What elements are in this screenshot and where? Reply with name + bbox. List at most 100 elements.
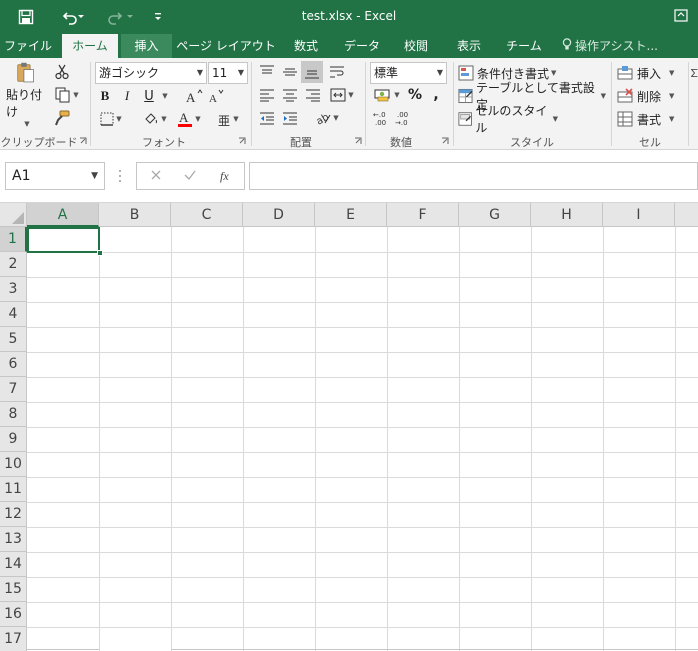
formula-bar-resize-handle[interactable] [118, 168, 122, 184]
wrap-text-icon[interactable] [327, 62, 347, 82]
format-cells-button[interactable]: 書式 ▼ [617, 108, 683, 130]
active-cell[interactable] [27, 227, 100, 253]
row-header-8[interactable]: 8 [0, 402, 27, 427]
autosum-icon[interactable] [691, 62, 698, 84]
copy-button[interactable]: ▼ [52, 86, 82, 104]
increase-decimal-icon[interactable]: ←.0.00 [372, 108, 392, 128]
tab-review[interactable]: 校閲 [394, 34, 438, 58]
format-painter-icon[interactable] [52, 109, 72, 127]
top-align-icon[interactable] [257, 62, 277, 82]
decrease-decimal-icon[interactable]: .00 →.0 [394, 108, 414, 128]
tab-insert[interactable]: 挿入 [121, 34, 172, 58]
clipboard-dialog-launcher-icon[interactable] [79, 137, 87, 145]
row-header-1[interactable]: 1 [0, 227, 27, 252]
alignment-dialog-launcher-icon[interactable] [354, 137, 362, 145]
row-header-6[interactable]: 6 [0, 352, 27, 377]
tab-team[interactable]: チーム [500, 34, 548, 58]
underline-button[interactable]: U [140, 86, 158, 106]
row-header-5[interactable]: 5 [0, 327, 27, 352]
window-title: test.xlsx - Excel [301, 9, 397, 23]
percent-button[interactable]: % [406, 85, 424, 105]
delete-cells-button[interactable]: 削除 ▼ [617, 85, 683, 107]
bold-button[interactable]: B [96, 86, 114, 106]
gridline [27, 402, 698, 403]
row-header-9[interactable]: 9 [0, 427, 27, 452]
align-right-icon[interactable] [303, 85, 323, 105]
tell-me-box[interactable]: 操作アシスト... [562, 34, 674, 58]
chevron-down-icon: ▼ [91, 171, 98, 181]
column-header-next[interactable] [675, 203, 698, 227]
number-format-select[interactable]: 標準 ▼ [370, 62, 447, 84]
increase-font-size-icon[interactable]: A [184, 86, 204, 106]
insert-cells-button[interactable]: 挿入 ▼ [617, 62, 683, 84]
column-header-g[interactable]: G [459, 203, 531, 227]
font-name-select[interactable]: 游ゴシック ▼ [95, 62, 207, 84]
cell-styles-button[interactable]: セルのスタイル ▼ [458, 104, 558, 135]
tab-data[interactable]: データ [334, 34, 390, 58]
font-size-select[interactable]: 11 ▼ [208, 62, 248, 84]
tab-view[interactable]: 表示 [446, 34, 492, 58]
underline-dropdown[interactable]: ▼ [159, 86, 169, 106]
italic-button[interactable]: I [118, 86, 136, 106]
orientation-button[interactable]: ab ▼ [312, 108, 342, 128]
insert-function-icon[interactable]: fx [219, 168, 237, 184]
font-color-button[interactable]: A ▼ [172, 109, 206, 129]
cancel-icon[interactable] [149, 168, 165, 184]
row-header-7[interactable]: 7 [0, 377, 27, 402]
font-dialog-launcher-icon[interactable] [238, 137, 246, 145]
number-dialog-launcher-icon[interactable] [441, 137, 449, 145]
bottom-align-icon[interactable] [301, 61, 323, 83]
row-header-12[interactable]: 12 [0, 502, 27, 527]
row-header-17[interactable]: 17 [0, 627, 27, 651]
fill-handle[interactable] [97, 250, 103, 256]
cut-icon[interactable] [52, 63, 72, 81]
row-header-4[interactable]: 4 [0, 302, 27, 327]
decrease-indent-icon[interactable] [257, 108, 277, 128]
column-header-d[interactable]: D [243, 203, 315, 227]
ribbon-display-options-icon[interactable] [674, 9, 688, 23]
column-header-a[interactable]: A [27, 203, 99, 227]
gridline [27, 552, 698, 553]
tab-home[interactable]: ホーム [62, 34, 118, 58]
number-group-label: 数値 [390, 136, 412, 149]
tab-file[interactable]: ファイル [0, 34, 56, 58]
number-format-value: 標準 [374, 66, 399, 80]
enter-icon[interactable] [183, 168, 199, 184]
row-header-13[interactable]: 13 [0, 527, 27, 552]
fill-color-button[interactable]: ▼ [140, 109, 170, 129]
accounting-format-button[interactable]: ▼ [372, 85, 402, 105]
formula-input[interactable] [249, 162, 698, 190]
name-box[interactable]: A1 ▼ [5, 162, 105, 190]
column-header-i[interactable]: I [603, 203, 675, 227]
middle-align-icon[interactable] [280, 62, 300, 82]
row-header-15[interactable]: 15 [0, 577, 27, 602]
row-header-10[interactable]: 10 [0, 452, 27, 477]
select-all-button[interactable] [0, 203, 27, 227]
align-center-icon[interactable] [280, 85, 300, 105]
phonetic-guide-button[interactable]: 亜 ▼ [214, 109, 242, 129]
column-header-b[interactable]: B [99, 203, 171, 227]
align-left-icon[interactable] [257, 85, 277, 105]
row-header-2[interactable]: 2 [0, 252, 27, 277]
row-header-3[interactable]: 3 [0, 277, 27, 302]
column-header-e[interactable]: E [315, 203, 387, 227]
row-header-11[interactable]: 11 [0, 477, 27, 502]
row-header-14[interactable]: 14 [0, 552, 27, 577]
column-header-c[interactable]: C [171, 203, 243, 227]
cell-styles-label: セルのスタイル [475, 104, 548, 135]
borders-button[interactable]: ▼ [96, 109, 126, 129]
font-color-icon: A [178, 110, 193, 127]
increase-indent-icon[interactable] [280, 108, 300, 128]
column-header-h[interactable]: H [531, 203, 603, 227]
worksheet-grid[interactable]: A B C D E F G H I 1 2 3 4 5 6 7 8 9 10 1… [0, 203, 698, 651]
row-header-16[interactable]: 16 [0, 602, 27, 627]
gridline [27, 527, 698, 528]
fill-color-icon [145, 113, 158, 124]
merge-center-button[interactable]: ▼ [327, 85, 357, 105]
decrease-font-size-icon[interactable]: A [206, 86, 226, 106]
comma-style-button[interactable]: , [428, 85, 444, 105]
column-header-f[interactable]: F [387, 203, 459, 227]
paste-button[interactable]: 貼り付け ▼ [6, 62, 46, 128]
tab-formulas[interactable]: 数式 [282, 34, 330, 58]
tab-page-layout[interactable]: ページ レイアウト [176, 34, 276, 58]
